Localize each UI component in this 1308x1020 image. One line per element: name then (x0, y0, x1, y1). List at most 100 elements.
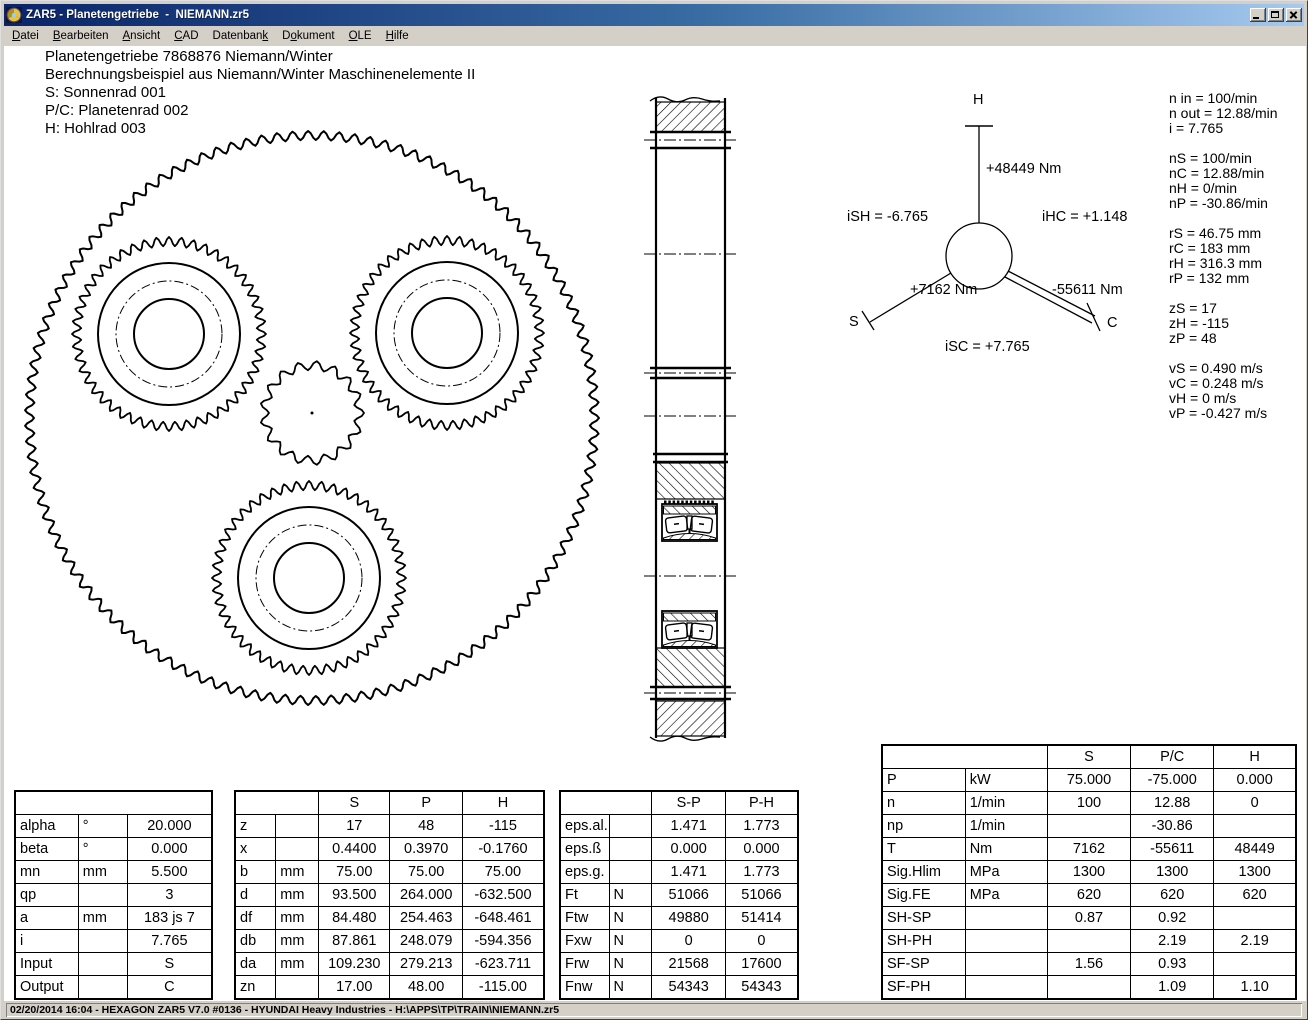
value-cell: 1300 (1214, 861, 1296, 884)
value-cell: 84.480 (319, 907, 390, 930)
info-line: rC = 183 mm (1169, 241, 1278, 256)
menu-item-dokument[interactable]: Dokument (275, 28, 341, 45)
info-line: i = 7.765 (1169, 121, 1278, 136)
info-group: rS = 46.75 mmrC = 183 mmrH = 316.3 mmrP … (1169, 226, 1278, 286)
row-label: Input (15, 953, 78, 976)
value-cell: 3 (127, 884, 212, 907)
value-cell: 0 (1214, 792, 1296, 815)
row-label: Sig.FE (882, 884, 965, 907)
menu-item-bearbeiten[interactable]: Bearbeiten (46, 28, 116, 45)
column-header: S-P (652, 791, 726, 815)
value-cell: 100 (1047, 792, 1130, 815)
menu-item-ansicht[interactable]: Ansicht (116, 28, 168, 45)
value-cell: 1.10 (1214, 976, 1296, 1000)
schematic-torque-c: -55611 Nm (1052, 283, 1123, 298)
value-cell: -30.86 (1131, 815, 1214, 838)
value-cell: 0.000 (652, 838, 726, 861)
unit-cell (609, 838, 652, 861)
schematic-ratio-ihc: iHC = +1.148 (1042, 210, 1127, 225)
unit-cell (78, 930, 127, 953)
value-cell: 254.463 (390, 907, 462, 930)
value-cell: C (127, 976, 212, 1000)
header-cell (15, 791, 212, 815)
app-window: ZAR5 - Planetengetriebe - NIEMANN.zr5 Da… (0, 0, 1308, 1020)
column-header: P/C (1131, 745, 1214, 769)
value-cell (1047, 976, 1130, 1000)
unit-cell: N (609, 953, 652, 976)
schematic-torque-h: +48449 Nm (986, 162, 1061, 177)
value-cell: 75.00 (390, 861, 462, 884)
row-label: da (235, 953, 276, 976)
maximize-button[interactable] (1268, 8, 1284, 22)
unit-cell: N (609, 930, 652, 953)
value-cell: 7162 (1047, 838, 1130, 861)
header-cell (882, 745, 1047, 769)
column-header: P-H (725, 791, 798, 815)
value-cell: 49880 (652, 907, 726, 930)
value-cell: 12.88 (1131, 792, 1214, 815)
value-cell: 264.000 (390, 884, 462, 907)
menu-item-datenbank[interactable]: Datenbank (206, 28, 276, 45)
power-table: SP/CHPkW75.000-75.0000.000n1/min10012.88… (881, 744, 1297, 1000)
value-cell: 1.773 (725, 815, 798, 838)
unit-cell: kW (965, 769, 1047, 792)
row-label: beta (15, 838, 78, 861)
info-line: zS = 17 (1169, 301, 1278, 316)
row-label: z (235, 815, 276, 838)
results-text-block: n in = 100/minn out = 12.88/mini = 7.765… (1169, 91, 1278, 436)
value-cell: 2.19 (1214, 930, 1296, 953)
row-label: Frw (560, 953, 609, 976)
unit-cell: 1/min (965, 815, 1047, 838)
row-label: SF-PH (882, 976, 965, 1000)
row-label: T (882, 838, 965, 861)
value-cell: -75.000 (1131, 769, 1214, 792)
info-line: rH = 316.3 mm (1169, 256, 1278, 271)
unit-cell (78, 976, 127, 1000)
params-table: alpha°20.000beta°0.000mnmm5.500qp3amm183… (14, 790, 213, 1000)
menu-item-hilfe[interactable]: Hilfe (379, 28, 416, 45)
value-cell: 620 (1047, 884, 1130, 907)
value-cell: -623.711 (462, 953, 544, 976)
row-label: SF-SP (882, 953, 965, 976)
info-line: n out = 12.88/min (1169, 106, 1278, 121)
info-line: vC = 0.248 m/s (1169, 376, 1278, 391)
row-label: x (235, 838, 276, 861)
row-label: d (235, 884, 276, 907)
minimize-button[interactable] (1250, 8, 1266, 22)
row-label: b (235, 861, 276, 884)
value-cell: 1.471 (652, 861, 726, 884)
row-label: i (15, 930, 78, 953)
column-header: S (1047, 745, 1130, 769)
info-line: vP = -0.427 m/s (1169, 406, 1278, 421)
row-label: mn (15, 861, 78, 884)
drawing-header-line: H: Hohlrad 003 (45, 120, 475, 138)
window-title: ZAR5 - Planetengetriebe - NIEMANN.zr5 (26, 9, 1248, 21)
value-cell: 0 (652, 930, 726, 953)
value-cell: 48 (390, 815, 462, 838)
header-cell (560, 791, 652, 815)
value-cell: -0.1760 (462, 838, 544, 861)
info-line: vS = 0.490 m/s (1169, 361, 1278, 376)
value-cell: 0.93 (1131, 953, 1214, 976)
schematic-torque-s: +7162 Nm (910, 283, 977, 298)
row-label: n (882, 792, 965, 815)
unit-cell (965, 907, 1047, 930)
unit-cell: mm (276, 907, 319, 930)
value-cell: 48.00 (390, 976, 462, 1000)
value-cell: 0 (725, 930, 798, 953)
value-cell: 183 js 7 (127, 907, 212, 930)
menu-item-cad[interactable]: CAD (167, 28, 205, 45)
row-label: Sig.Hlim (882, 861, 965, 884)
minimize-icon (1253, 17, 1259, 19)
close-button[interactable] (1286, 8, 1302, 22)
menu-item-datei[interactable]: Datei (5, 28, 46, 45)
value-cell: 51066 (725, 884, 798, 907)
info-group: nS = 100/minnC = 12.88/minnH = 0/minnP =… (1169, 151, 1278, 211)
gear-geometry-table: SPHz1748-115x0.44000.3970-0.1760bmm75.00… (234, 790, 545, 1000)
menu-item-ole[interactable]: OLE (342, 28, 379, 45)
row-label: Ftw (560, 907, 609, 930)
row-label: eps.g. (560, 861, 609, 884)
column-header: S (319, 791, 390, 815)
row-label: qp (15, 884, 78, 907)
drawing-header-line: P/C: Planetenrad 002 (45, 102, 475, 120)
